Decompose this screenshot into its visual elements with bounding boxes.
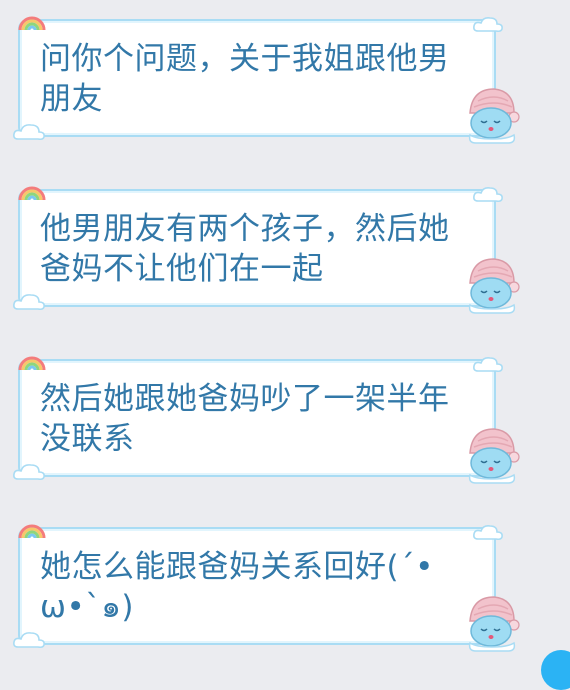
sleeping-mascot-icon bbox=[468, 258, 520, 314]
cloud-icon bbox=[473, 525, 503, 541]
message-text: 她怎么能跟爸妈关系回好(´•ω•`๑) bbox=[40, 549, 434, 625]
rainbow-icon bbox=[18, 16, 46, 31]
cloud-icon bbox=[473, 357, 503, 373]
cloud-icon bbox=[13, 124, 45, 141]
floating-action-button[interactable] bbox=[541, 650, 570, 690]
rainbow-icon bbox=[18, 524, 46, 539]
cloud-icon bbox=[473, 187, 503, 203]
cloud-icon bbox=[13, 294, 45, 311]
chat-bubble-3[interactable]: 然后她跟她爸妈吵了一架半年没联系 bbox=[13, 356, 520, 484]
message-text: 问你个问题，关于我姐跟他男朋友 bbox=[40, 41, 450, 117]
rainbow-icon bbox=[18, 356, 46, 371]
sleeping-mascot-icon bbox=[468, 88, 520, 144]
cloud-icon bbox=[13, 464, 45, 481]
cloud-icon bbox=[473, 17, 503, 33]
sleeping-mascot-icon bbox=[468, 428, 520, 484]
message-text: 然后她跟她爸妈吵了一架半年没联系 bbox=[40, 381, 450, 457]
chat-bubble-2[interactable]: 他男朋友有两个孩子，然后她爸妈不让他们在一起 bbox=[13, 186, 520, 314]
rainbow-icon bbox=[18, 186, 46, 201]
message-text: 他男朋友有两个孩子，然后她爸妈不让他们在一起 bbox=[40, 211, 450, 287]
chat-bubble-4[interactable]: 她怎么能跟爸妈关系回好(´•ω•`๑) bbox=[13, 524, 520, 652]
sleeping-mascot-icon bbox=[468, 596, 520, 652]
cloud-icon bbox=[13, 632, 45, 649]
chat-bubble-1[interactable]: 问你个问题，关于我姐跟他男朋友 bbox=[13, 16, 520, 144]
